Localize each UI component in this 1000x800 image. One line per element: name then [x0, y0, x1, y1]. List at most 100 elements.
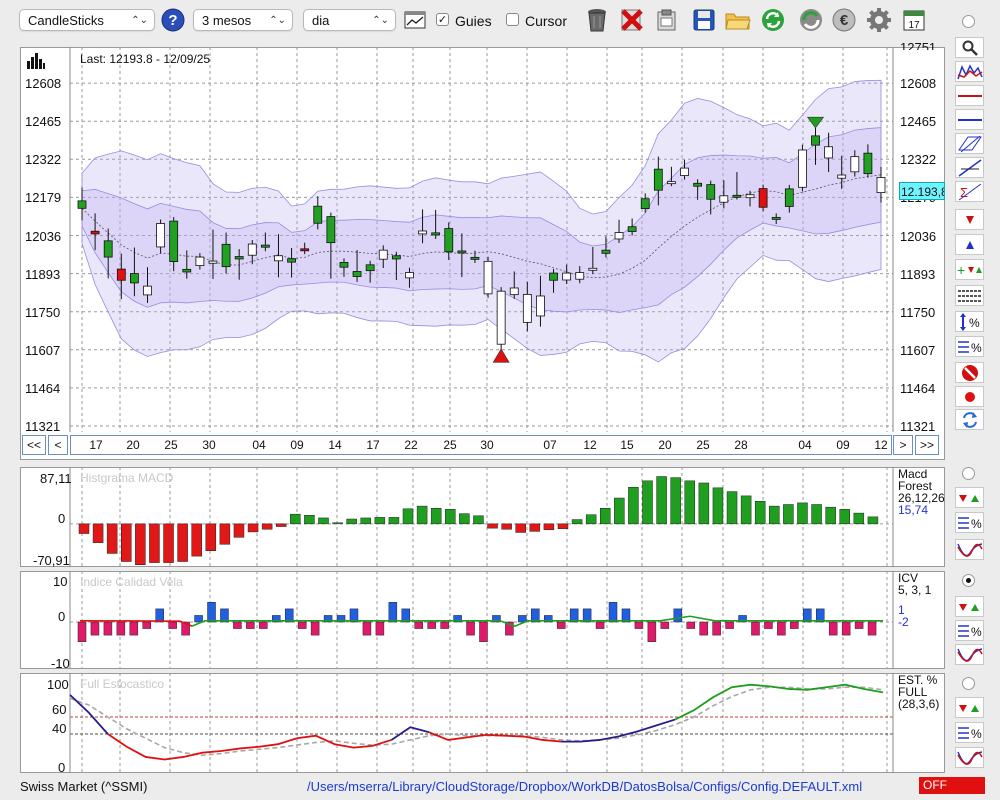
panel-radio-macd[interactable] — [962, 467, 975, 480]
icv-bar — [725, 621, 734, 629]
date-tick-label: 22 — [404, 438, 418, 452]
macd-bar — [318, 517, 329, 525]
candle-body — [287, 258, 296, 263]
scale-percent-button[interactable]: % — [955, 311, 984, 332]
icv-legend-params: 5, 3, 1 — [898, 583, 932, 597]
buy-signal-button[interactable] — [955, 234, 984, 255]
horizontal-line-blue-button[interactable] — [955, 109, 984, 130]
candle-body — [798, 149, 807, 188]
channel-tool-button[interactable] — [955, 133, 984, 154]
add-signals-button[interactable]: + — [955, 259, 984, 280]
candle-body — [509, 287, 519, 296]
panel-radio-stochastic[interactable] — [962, 677, 975, 690]
cursor-label: Cursor — [525, 13, 568, 29]
candle-body — [234, 256, 244, 260]
open-folder-button[interactable] — [724, 6, 752, 34]
period-select[interactable]: 3 mesos ⌃⌄ — [193, 9, 293, 31]
icv-signal-button[interactable] — [955, 596, 984, 617]
refresh-button[interactable] — [759, 6, 787, 34]
price-axis-label-right: 12036 — [900, 228, 937, 244]
arrow-down-red-icon — [965, 215, 974, 224]
macd-bar — [233, 523, 245, 538]
candle-body — [745, 194, 755, 199]
stoch-signal-button[interactable] — [955, 697, 984, 718]
date-tick-label: 25 — [443, 438, 457, 452]
candle-body — [706, 184, 716, 200]
nav-prev-button[interactable]: < — [48, 435, 68, 455]
macd-bar — [670, 477, 681, 525]
icv-curve-button[interactable] — [955, 644, 984, 665]
nav-next-button[interactable]: > — [893, 435, 913, 455]
candle-body — [496, 290, 506, 345]
lines-percent-button[interactable]: % — [955, 336, 984, 357]
nav-last-button[interactable]: >> — [915, 435, 939, 455]
icv-bar — [142, 621, 152, 629]
macd-bar — [487, 523, 498, 529]
price-axis-label-left: 12322 — [25, 152, 62, 168]
icv-bar — [686, 621, 695, 629]
panel-radio-main[interactable] — [962, 15, 975, 28]
horizontal-line-blue-icon — [957, 118, 982, 121]
icv-bar — [116, 621, 126, 636]
macd-signal-button[interactable] — [955, 487, 984, 508]
date-tick-label: 04 — [798, 438, 812, 452]
macd-curve-button[interactable] — [955, 539, 984, 560]
guides-checkbox[interactable]: ✓ — [436, 13, 449, 26]
clipboard-button[interactable] — [653, 6, 681, 34]
fibonacci-tool-button[interactable]: Σ — [955, 181, 984, 202]
nav-first-button[interactable]: << — [22, 435, 46, 455]
sell-signal-button[interactable] — [955, 209, 984, 230]
icv-bar — [310, 621, 320, 636]
macd-lines-percent-button[interactable]: % — [955, 512, 984, 533]
icv-lines-percent-button[interactable]: % — [955, 620, 984, 641]
save-button[interactable] — [690, 6, 718, 34]
candle-body — [444, 228, 454, 253]
macd-bar — [402, 508, 414, 525]
icv-bar — [764, 621, 773, 629]
icv-bar — [595, 621, 605, 629]
svg-text:%: % — [971, 625, 982, 639]
stoch-k-line-blue — [69, 694, 109, 735]
update-data-button[interactable] — [797, 6, 825, 34]
chart-overlay-icon — [956, 63, 983, 79]
record-button[interactable] — [955, 386, 984, 407]
lines-percent-icon: % — [957, 341, 982, 355]
calendar-button[interactable]: 17 — [900, 6, 928, 34]
candle-body — [784, 188, 794, 207]
trash-button[interactable] — [583, 6, 611, 34]
stop-button[interactable] — [955, 362, 984, 383]
currency-button[interactable]: € — [830, 6, 858, 34]
macd-bar — [726, 491, 738, 525]
delete-button[interactable] — [618, 6, 646, 34]
candle-body — [562, 272, 572, 281]
help-button[interactable]: ? — [160, 7, 186, 33]
interval-value: dia — [312, 13, 330, 28]
trendline-tool-button[interactable] — [955, 157, 984, 178]
cursor-checkbox[interactable] — [506, 13, 519, 26]
swap-button[interactable] — [955, 409, 984, 430]
zoom-button[interactable] — [955, 37, 984, 58]
chart-type-select[interactable]: CandleSticks ⌃⌄ — [19, 9, 155, 31]
macd-bar — [360, 517, 372, 525]
horizontal-grid-button[interactable] — [955, 285, 984, 306]
folder-icon — [725, 13, 751, 30]
macd-bar — [698, 482, 710, 525]
macd-bar — [275, 523, 287, 527]
panel-radio-icv[interactable] — [962, 574, 975, 587]
chart-window-button[interactable] — [401, 6, 429, 34]
interval-select[interactable]: dia ⌃⌄ — [303, 9, 396, 31]
icv-bar — [608, 602, 618, 623]
config-path-link[interactable]: /Users/mserra/Library/CloudStorage/Dropb… — [307, 779, 862, 794]
macd-bar — [416, 505, 428, 525]
date-tick-label: 17 — [89, 438, 103, 452]
lines-percent-icon: % — [957, 625, 982, 639]
candle-body — [129, 273, 139, 284]
settings-button[interactable] — [865, 6, 893, 34]
price-axis-label-right: 11750 — [900, 304, 936, 320]
horizontal-line-red-button[interactable] — [955, 85, 984, 106]
macd-bar — [332, 522, 343, 525]
chart-window-icon — [404, 11, 426, 29]
stoch-curve-button[interactable] — [955, 747, 984, 768]
stoch-lines-percent-button[interactable]: % — [955, 722, 984, 743]
chart-overlay-button[interactable] — [955, 61, 984, 82]
